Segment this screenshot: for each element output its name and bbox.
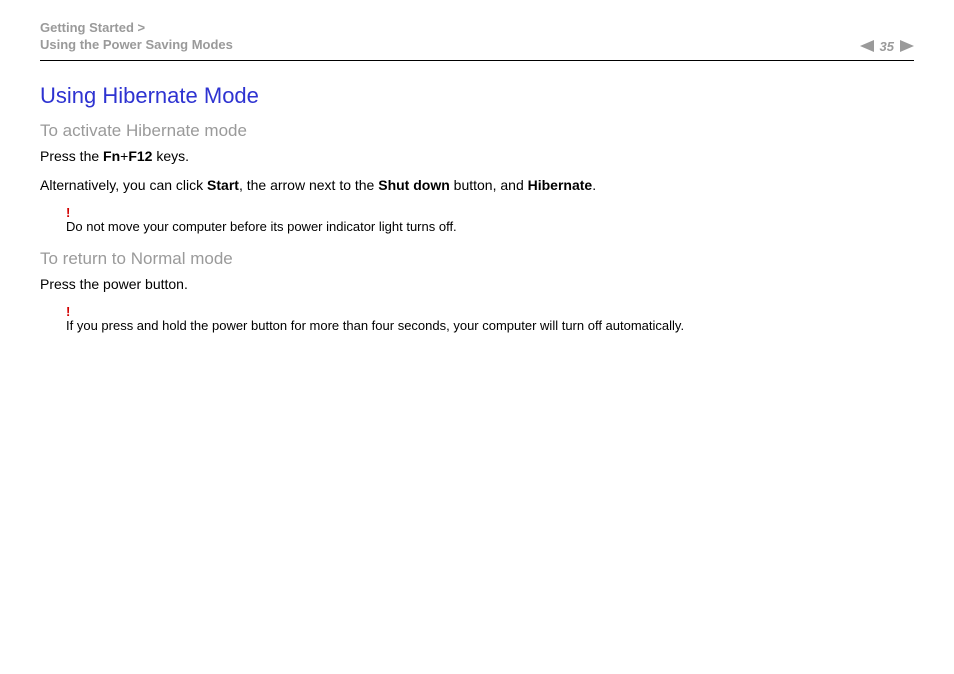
text-bold: Fn — [103, 148, 120, 164]
warning-text: Do not move your computer before its pow… — [66, 219, 457, 234]
text: button, and — [450, 177, 528, 193]
text: Press the — [40, 148, 103, 164]
section-heading: To return to Normal mode — [40, 249, 914, 269]
page-header: Getting Started > Using the Power Saving… — [40, 20, 914, 61]
body-text: Press the Fn+F12 keys. — [40, 147, 914, 166]
text-bold: Start — [207, 177, 239, 193]
breadcrumb-line1: Getting Started > — [40, 20, 233, 37]
prev-page-icon[interactable] — [860, 40, 874, 52]
text: keys. — [152, 148, 189, 164]
text-bold: F12 — [128, 148, 152, 164]
section-heading: To activate Hibernate mode — [40, 121, 914, 141]
next-page-icon[interactable] — [900, 40, 914, 52]
body-text: Alternatively, you can click Start, the … — [40, 176, 914, 195]
breadcrumb: Getting Started > Using the Power Saving… — [40, 20, 233, 54]
page-nav: 35 — [860, 39, 914, 54]
text: Alternatively, you can click — [40, 177, 207, 193]
text-bold: Hibernate — [528, 177, 593, 193]
text-bold: Shut down — [378, 177, 450, 193]
document-page: Getting Started > Using the Power Saving… — [0, 0, 954, 334]
warning-note: ! If you press and hold the power button… — [66, 304, 914, 335]
body-text: Press the power button. — [40, 275, 914, 294]
text: . — [592, 177, 596, 193]
page-number: 35 — [880, 39, 894, 54]
page-title: Using Hibernate Mode — [40, 83, 914, 109]
breadcrumb-line2: Using the Power Saving Modes — [40, 37, 233, 54]
warning-text: If you press and hold the power button f… — [66, 318, 684, 333]
warning-note: ! Do not move your computer before its p… — [66, 205, 914, 236]
text: , the arrow next to the — [239, 177, 378, 193]
